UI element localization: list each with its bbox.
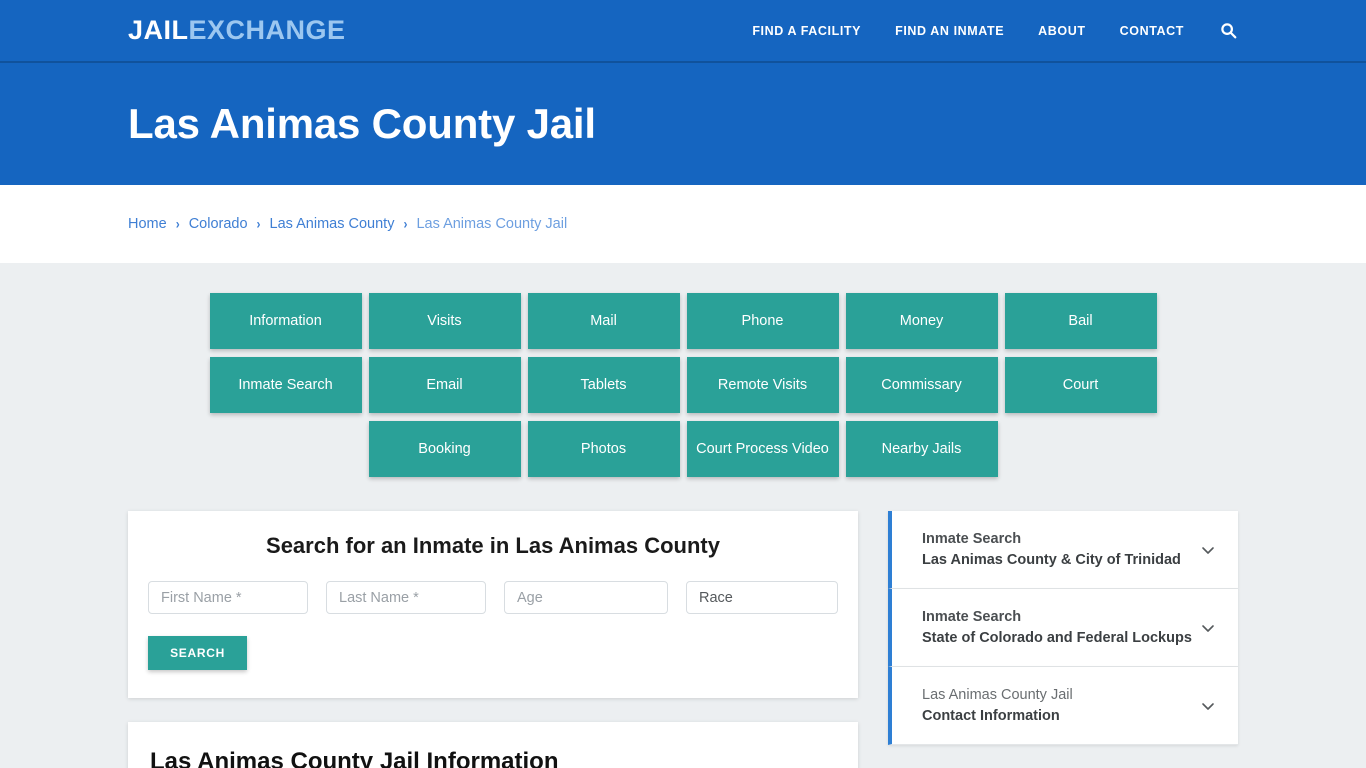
race-select[interactable]: Race bbox=[686, 581, 838, 614]
breadcrumb-separator-icon: › bbox=[256, 215, 261, 233]
inmate-search-card: Search for an Inmate in Las Animas Count… bbox=[128, 511, 858, 698]
chevron-down-icon[interactable] bbox=[1200, 620, 1216, 636]
nav-item-find-a-facility[interactable]: FIND A FACILITY bbox=[752, 24, 861, 38]
nav-button-visits[interactable]: Visits bbox=[368, 293, 521, 349]
sidebar: Inmate Search Las Animas County & City o… bbox=[888, 511, 1238, 746]
nav-button-bail[interactable]: Bail bbox=[1004, 293, 1157, 349]
logo-text-primary: JAIL bbox=[128, 15, 189, 45]
nav-button-email[interactable]: Email bbox=[368, 357, 521, 413]
chevron-down-icon[interactable] bbox=[1200, 698, 1216, 714]
jail-information-heading: Las Animas County Jail Information bbox=[150, 748, 559, 768]
site-logo[interactable]: JAILEXCHANGE bbox=[128, 17, 346, 44]
main-navigation: FIND A FACILITY FIND AN INMATE ABOUT CON… bbox=[752, 21, 1238, 41]
nav-button-money[interactable]: Money bbox=[845, 293, 998, 349]
nav-button-phone[interactable]: Phone bbox=[686, 293, 839, 349]
main-content: Information Visits Mail Phone Money Bail… bbox=[0, 263, 1366, 768]
sidebar-panel-inmate-search-county[interactable]: Inmate Search Las Animas County & City o… bbox=[888, 511, 1238, 590]
jail-information-card: Las Animas County Jail Information bbox=[128, 722, 858, 768]
sidebar-panel-inmate-search-state[interactable]: Inmate Search State of Colorado and Fede… bbox=[888, 589, 1238, 668]
facility-nav-button-grid: Information Visits Mail Phone Money Bail… bbox=[133, 293, 1233, 477]
nav-button-photos[interactable]: Photos bbox=[527, 421, 680, 477]
search-submit-button[interactable]: SEARCH bbox=[148, 636, 247, 670]
nav-button-tablets[interactable]: Tablets bbox=[527, 357, 680, 413]
breadcrumb-item-las-animas-county[interactable]: Las Animas County bbox=[270, 216, 395, 232]
nav-button-court[interactable]: Court bbox=[1004, 357, 1157, 413]
age-input[interactable] bbox=[504, 581, 668, 614]
nav-item-about[interactable]: ABOUT bbox=[1038, 24, 1085, 38]
nav-button-information[interactable]: Information bbox=[209, 293, 362, 349]
nav-button-nearby-jails[interactable]: Nearby Jails bbox=[845, 421, 998, 477]
page-title-banner: Las Animas County Jail bbox=[0, 63, 1366, 185]
sidebar-panel-contact-information[interactable]: Las Animas County Jail Contact Informati… bbox=[888, 667, 1238, 746]
nav-button-court-process-video[interactable]: Court Process Video bbox=[686, 421, 839, 477]
nav-item-contact[interactable]: CONTACT bbox=[1120, 24, 1184, 38]
first-name-input[interactable] bbox=[148, 581, 308, 614]
breadcrumb-separator-icon: › bbox=[403, 215, 408, 233]
inmate-search-form: Race bbox=[148, 581, 838, 614]
nav-button-commissary[interactable]: Commissary bbox=[845, 357, 998, 413]
nav-item-find-an-inmate[interactable]: FIND AN INMATE bbox=[895, 24, 1004, 38]
sidebar-panel-line2: Las Animas County & City of Trinidad bbox=[922, 551, 1181, 568]
last-name-input[interactable] bbox=[326, 581, 486, 614]
sidebar-panel-line1: Las Animas County Jail bbox=[922, 687, 1073, 704]
search-icon[interactable] bbox=[1218, 21, 1238, 41]
sidebar-panel-line1: Inmate Search bbox=[922, 531, 1022, 547]
breadcrumb-separator-icon: › bbox=[175, 215, 180, 233]
breadcrumb-item-home[interactable]: Home bbox=[128, 216, 167, 232]
sidebar-panel-line1: Inmate Search bbox=[922, 609, 1022, 626]
nav-button-remote-visits[interactable]: Remote Visits bbox=[686, 357, 839, 413]
breadcrumb-item-current: Las Animas County Jail bbox=[416, 216, 568, 232]
chevron-down-icon[interactable] bbox=[1200, 542, 1216, 558]
lower-section: Search for an Inmate in Las Animas Count… bbox=[128, 511, 1238, 768]
nav-button-booking[interactable]: Booking bbox=[368, 421, 521, 477]
breadcrumb-bar: Home › Colorado › Las Animas County › La… bbox=[0, 185, 1366, 263]
nav-button-inmate-search[interactable]: Inmate Search bbox=[209, 357, 362, 413]
breadcrumb-item-colorado[interactable]: Colorado bbox=[189, 216, 248, 232]
logo-text-secondary: EXCHANGE bbox=[188, 15, 346, 45]
sidebar-panel-line2: Contact Information bbox=[922, 707, 1060, 724]
breadcrumb: Home › Colorado › Las Animas County › La… bbox=[128, 216, 567, 232]
inmate-search-title: Search for an Inmate in Las Animas Count… bbox=[266, 533, 720, 558]
site-header: JAILEXCHANGE FIND A FACILITY FIND AN INM… bbox=[0, 0, 1366, 63]
sidebar-panel-line2: State of Colorado and Federal Lockups bbox=[922, 629, 1192, 646]
page-title: Las Animas County Jail bbox=[128, 100, 596, 147]
left-column: Search for an Inmate in Las Animas Count… bbox=[128, 511, 858, 768]
nav-button-mail[interactable]: Mail bbox=[527, 293, 680, 349]
